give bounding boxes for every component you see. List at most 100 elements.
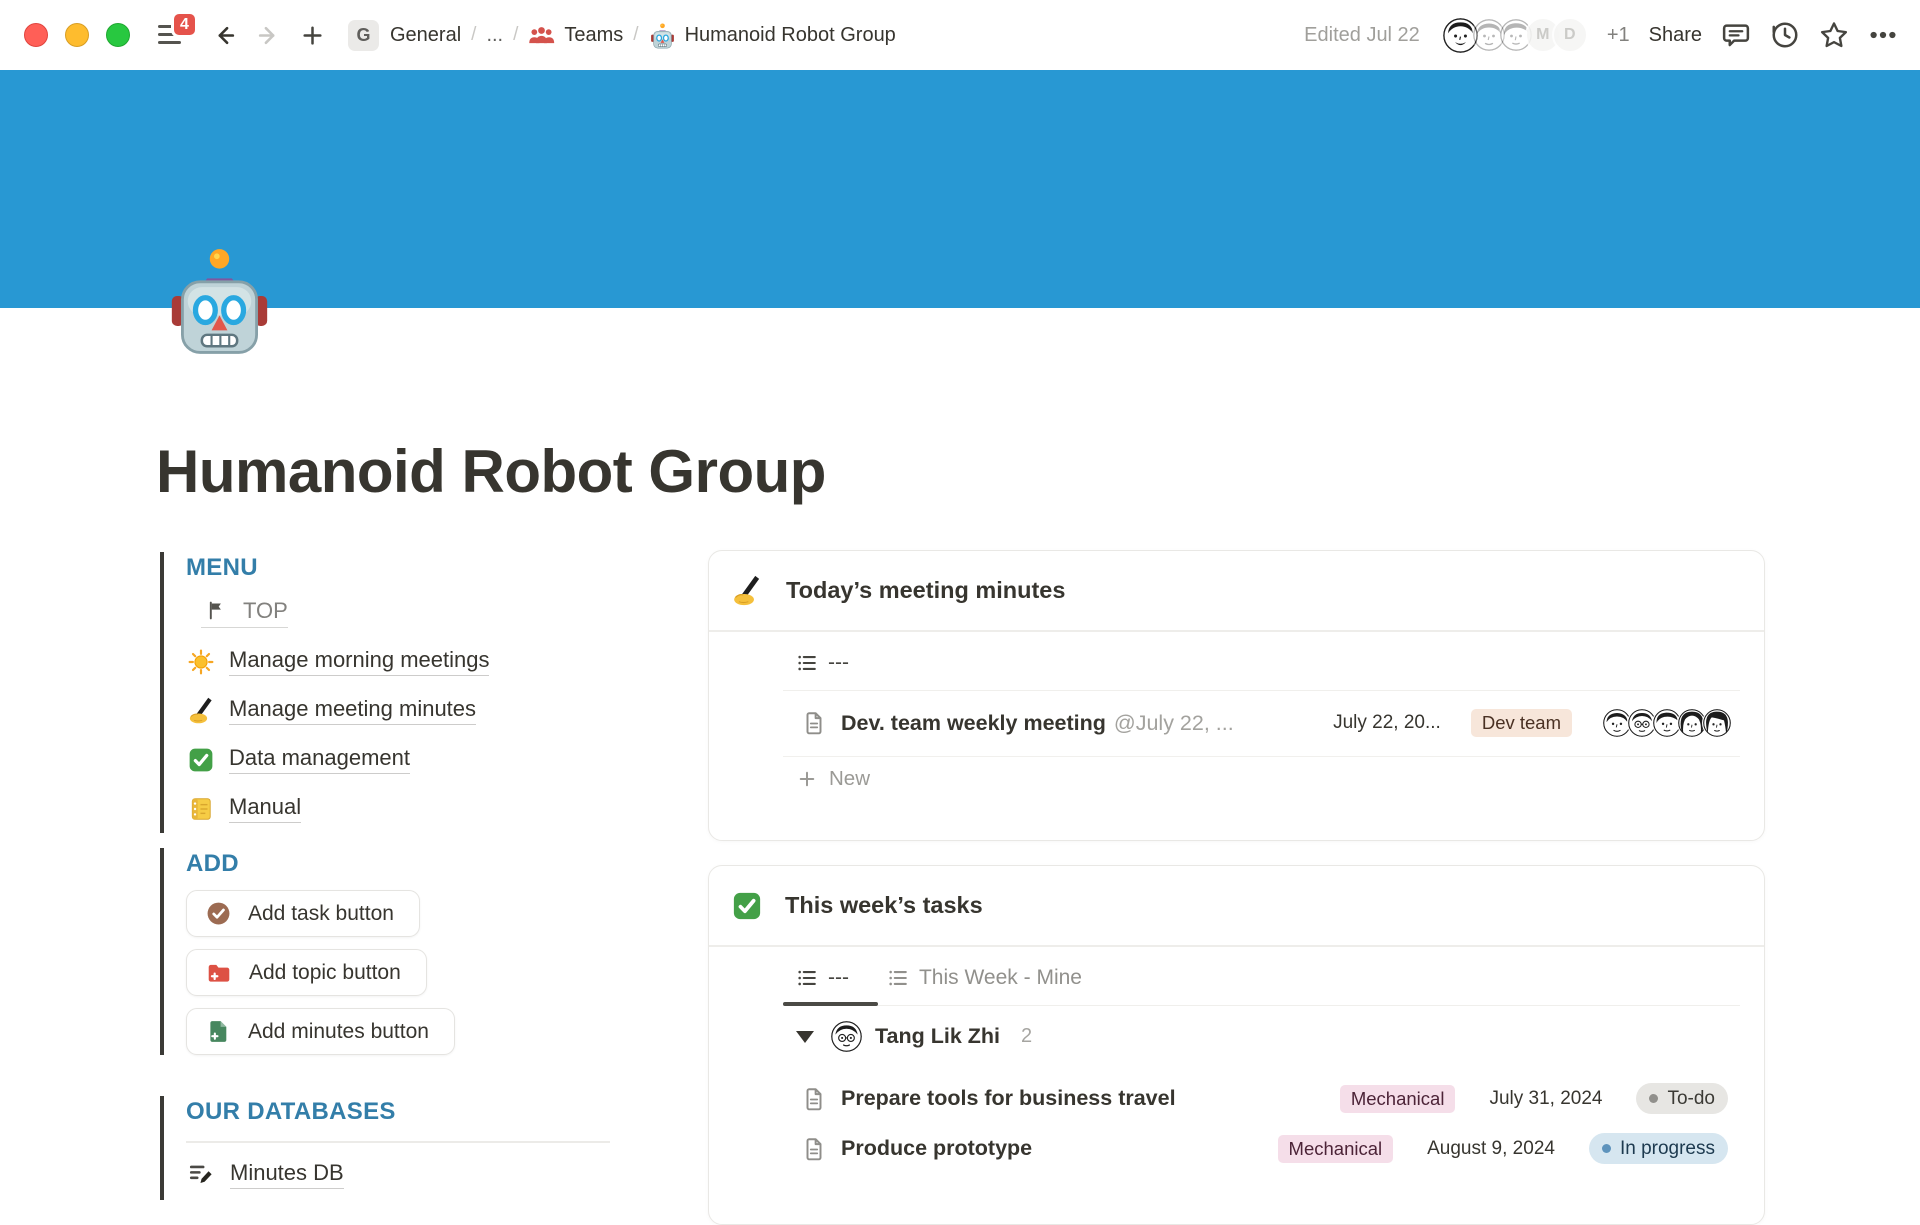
add-heading: ADD bbox=[186, 850, 630, 878]
person-avatars bbox=[1602, 708, 1732, 738]
red-folder-plus-icon bbox=[206, 960, 232, 986]
menu-item-label[interactable]: Manual bbox=[229, 794, 301, 823]
close-window-button[interactable] bbox=[24, 23, 48, 47]
menu-item-label[interactable]: Data management bbox=[229, 745, 410, 774]
edited-timestamp: Edited Jul 22 bbox=[1304, 24, 1420, 47]
avatar bbox=[1702, 708, 1732, 738]
presence-overflow-count[interactable]: +1 bbox=[1607, 24, 1630, 47]
group-row: Tang Lik Zhi 2 bbox=[783, 1014, 1740, 1060]
page-icon bbox=[801, 1136, 827, 1162]
meeting-minutes-card: Today’s meeting minutes --- Dev. team we… bbox=[708, 550, 1765, 841]
traffic-lights bbox=[24, 23, 130, 47]
row-properties: July 22, 20... Dev team bbox=[1333, 708, 1740, 738]
breadcrumb-separator: / bbox=[633, 24, 638, 46]
date-property[interactable]: July 31, 2024 bbox=[1489, 1088, 1602, 1110]
task-title[interactable]: Prepare tools for business travel bbox=[841, 1086, 1176, 1111]
plus-icon bbox=[797, 769, 817, 789]
view-tab[interactable]: --- bbox=[796, 651, 849, 675]
databases-callout: OUR DATABASES Minutes DB bbox=[160, 1096, 630, 1200]
status-badge[interactable]: In progress bbox=[1589, 1133, 1728, 1164]
linked-database-view: --- This Week - Mine Tang Lik Zhi 2 Prep… bbox=[783, 947, 1740, 1174]
presence-avatar-stack[interactable]: M D bbox=[1441, 16, 1588, 55]
new-tab-button[interactable] bbox=[296, 19, 328, 51]
view-tab-active[interactable]: --- bbox=[796, 966, 849, 990]
status-dot-icon bbox=[1602, 1144, 1611, 1153]
forward-button[interactable] bbox=[252, 19, 284, 51]
flag-icon bbox=[201, 600, 231, 621]
share-button[interactable]: Share bbox=[1649, 24, 1702, 47]
menu-item-manual[interactable]: Manual bbox=[186, 784, 630, 833]
add-callout: ADD Add task button Add topic button Add… bbox=[160, 848, 630, 1055]
menu-item-top[interactable]: TOP bbox=[186, 588, 630, 637]
ledger-icon bbox=[186, 796, 216, 822]
task-title[interactable]: Produce prototype bbox=[841, 1136, 1032, 1161]
menu-item-meeting-minutes[interactable]: Manage meeting minutes bbox=[186, 686, 630, 735]
breadcrumb-workspace[interactable]: General bbox=[390, 24, 461, 47]
status-dot-icon bbox=[1649, 1094, 1658, 1103]
category-tag[interactable]: Mechanical bbox=[1340, 1085, 1456, 1113]
card-title[interactable]: Today’s meeting minutes bbox=[786, 577, 1065, 604]
card-title[interactable]: This week’s tasks bbox=[785, 892, 983, 919]
add-button-label: Add minutes button bbox=[248, 1020, 429, 1044]
breadcrumb-page[interactable]: Humanoid Robot Group bbox=[685, 24, 896, 47]
category-tag[interactable]: Mechanical bbox=[1278, 1135, 1394, 1163]
zoom-window-button[interactable] bbox=[106, 23, 130, 47]
date-property[interactable]: July 22, 20... bbox=[1333, 712, 1441, 734]
table-row[interactable]: Dev. team weekly meeting @July 22, ... J… bbox=[783, 691, 1740, 757]
page-title[interactable]: Humanoid Robot Group bbox=[156, 437, 826, 506]
avatar-letter[interactable]: D bbox=[1552, 17, 1588, 53]
comments-icon[interactable] bbox=[1721, 20, 1751, 50]
writing-hand-icon bbox=[732, 575, 763, 606]
task-row[interactable]: Prepare tools for business travel Mechan… bbox=[783, 1074, 1740, 1124]
database-link-minutes-db[interactable]: Minutes DB bbox=[186, 1160, 630, 1189]
add-minutes-button[interactable]: Add minutes button bbox=[186, 1008, 455, 1055]
updates-clock-icon[interactable] bbox=[1770, 20, 1800, 50]
view-toolbar: --- bbox=[783, 632, 1740, 691]
weekly-tasks-card: This week’s tasks --- This Week - Mine T… bbox=[708, 865, 1765, 1225]
card-header: This week’s tasks bbox=[709, 866, 1764, 945]
page-icon-robot[interactable] bbox=[163, 243, 276, 356]
menu-item-morning-meetings[interactable]: Manage morning meetings bbox=[186, 637, 630, 686]
breadcrumb-separator: / bbox=[471, 24, 476, 46]
menu-item-label[interactable]: Manage morning meetings bbox=[229, 647, 489, 676]
menu-item-label[interactable]: Manage meeting minutes bbox=[229, 696, 476, 725]
list-view-icon bbox=[796, 967, 818, 989]
row-title[interactable]: Dev. team weekly meeting bbox=[841, 711, 1106, 736]
window-titlebar: 4 G General / ... / Teams / Humanoid Rob… bbox=[0, 0, 1920, 70]
new-row-label: New bbox=[829, 767, 870, 791]
team-tag[interactable]: Dev team bbox=[1471, 709, 1572, 737]
collapse-caret-icon[interactable] bbox=[796, 1031, 814, 1043]
favorite-star-icon[interactable] bbox=[1819, 20, 1849, 50]
sidebar-toggle-icon[interactable]: 4 bbox=[158, 24, 182, 46]
add-topic-button[interactable]: Add topic button bbox=[186, 949, 427, 996]
green-check-icon bbox=[732, 891, 762, 921]
more-options-icon[interactable] bbox=[1868, 20, 1898, 50]
new-row-button[interactable]: New bbox=[783, 757, 1740, 801]
minimize-window-button[interactable] bbox=[65, 23, 89, 47]
linked-database-view: --- Dev. team weekly meeting @July 22, .… bbox=[783, 632, 1740, 801]
database-pencil-icon bbox=[186, 1161, 216, 1187]
status-label: In progress bbox=[1620, 1138, 1715, 1160]
date-property[interactable]: August 9, 2024 bbox=[1427, 1138, 1555, 1160]
breadcrumb-collapsed[interactable]: ... bbox=[486, 24, 503, 47]
back-button[interactable] bbox=[208, 19, 240, 51]
group-name[interactable]: Tang Lik Zhi bbox=[875, 1024, 1000, 1049]
cover-banner[interactable] bbox=[0, 70, 1920, 308]
breadcrumb-teams[interactable]: Teams bbox=[564, 24, 623, 47]
breadcrumb-separator: / bbox=[513, 24, 518, 46]
menu-item-data-management[interactable]: Data management bbox=[186, 735, 630, 784]
add-button-label: Add topic button bbox=[249, 961, 401, 985]
notification-badge: 4 bbox=[171, 11, 198, 38]
page-icon bbox=[801, 1086, 827, 1112]
add-task-button[interactable]: Add task button bbox=[186, 890, 420, 937]
task-row[interactable]: Produce prototype Mechanical August 9, 2… bbox=[783, 1124, 1740, 1174]
list-view-icon bbox=[796, 652, 818, 674]
menu-callout: MENU TOP Manage morning meetings Manage … bbox=[160, 552, 630, 833]
avatar bbox=[831, 1021, 862, 1052]
workspace-initial-badge[interactable]: G bbox=[348, 20, 379, 51]
view-tab-this-week-mine[interactable]: This Week - Mine bbox=[887, 966, 1082, 990]
status-badge[interactable]: To-do bbox=[1636, 1083, 1728, 1114]
database-link-label[interactable]: Minutes DB bbox=[230, 1160, 344, 1189]
page-icon bbox=[801, 710, 827, 736]
sun-icon bbox=[186, 649, 216, 675]
